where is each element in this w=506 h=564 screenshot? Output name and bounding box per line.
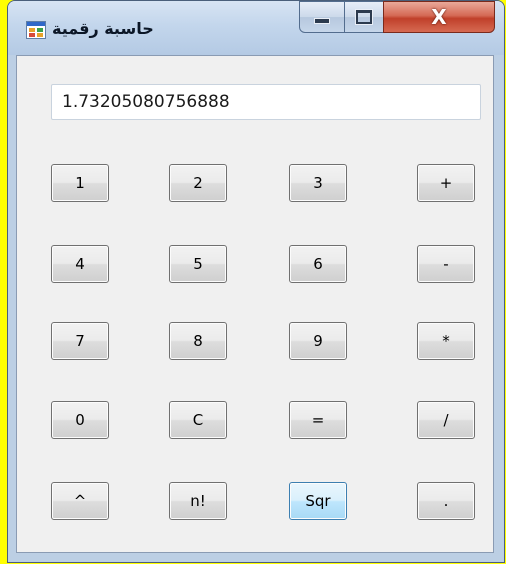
minimize-icon <box>314 18 330 24</box>
digit-2-button[interactable]: 2 <box>169 164 227 202</box>
clear-button[interactable]: C <box>169 401 227 439</box>
calculator-form: 1 2 3 + 4 5 6 - 7 8 9 * 0 C = / ^ n! Sqr… <box>16 55 494 553</box>
result-display[interactable] <box>51 84 481 120</box>
digit-0-button[interactable]: 0 <box>51 401 109 439</box>
digit-1-button[interactable]: 1 <box>51 164 109 202</box>
add-button[interactable]: + <box>417 164 475 202</box>
digit-4-button[interactable]: 4 <box>51 245 109 283</box>
divide-button[interactable]: / <box>417 401 475 439</box>
digit-6-button[interactable]: 6 <box>289 245 347 283</box>
maximize-button[interactable] <box>344 1 384 33</box>
square-root-button[interactable]: Sqr <box>289 482 347 520</box>
subtract-button[interactable]: - <box>417 245 475 283</box>
close-button[interactable]: X <box>383 1 495 33</box>
calculator-window: حاسبة رقمية X 1 2 3 + 4 5 6 - 7 8 9 * 0 … <box>7 0 505 563</box>
close-icon: X <box>431 5 447 29</box>
minimize-button[interactable] <box>299 1 345 33</box>
digit-8-button[interactable]: 8 <box>169 322 227 360</box>
decimal-point-button[interactable]: . <box>417 482 475 520</box>
digit-9-button[interactable]: 9 <box>289 322 347 360</box>
maximize-icon <box>356 10 372 24</box>
digit-5-button[interactable]: 5 <box>169 245 227 283</box>
multiply-button[interactable]: * <box>417 322 475 360</box>
title-bar[interactable]: حاسبة رقمية X <box>8 1 504 55</box>
digit-3-button[interactable]: 3 <box>289 164 347 202</box>
factorial-button[interactable]: n! <box>169 482 227 520</box>
power-button[interactable]: ^ <box>51 482 109 520</box>
caption-buttons: X <box>299 1 499 35</box>
equals-button[interactable]: = <box>289 401 347 439</box>
windows-form-icon <box>26 21 46 39</box>
window-title: حاسبة رقمية <box>52 19 154 38</box>
digit-7-button[interactable]: 7 <box>51 322 109 360</box>
